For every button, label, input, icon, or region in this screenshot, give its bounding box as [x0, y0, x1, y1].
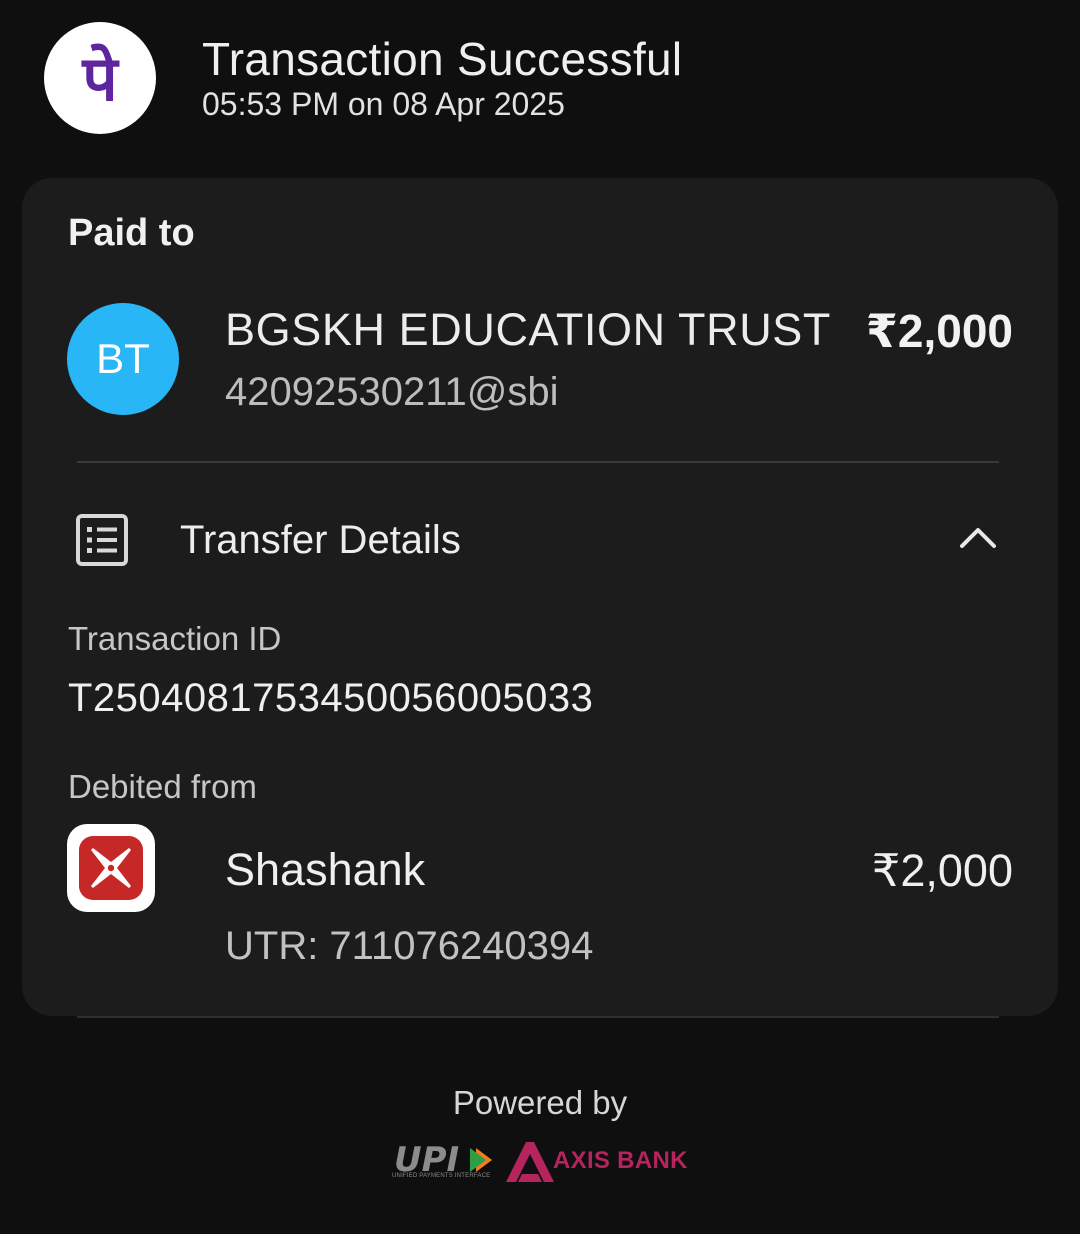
phonepe-logo-glyph: पे	[81, 42, 120, 115]
payee-upi-id: 42092530211@sbi	[225, 370, 559, 414]
phonepe-logo-icon: पे	[44, 22, 156, 134]
payee-avatar: BT	[67, 303, 179, 415]
bottom-divider	[77, 1016, 999, 1018]
page-title: Transaction Successful	[202, 33, 683, 85]
transaction-receipt-screen: पे Transaction Successful 05:53 PM on 08…	[0, 0, 1080, 1234]
receipt-list-icon	[74, 512, 130, 568]
partner-bank-name: AXIS BANK	[553, 1147, 688, 1174]
transaction-id-label: Transaction ID	[68, 620, 282, 657]
payee-name: BGSKH EDUCATION TRUST	[225, 304, 831, 355]
paid-amount: ₹2,000	[865, 305, 1013, 357]
payee-initials: BT	[96, 335, 150, 382]
debited-from-label: Debited from	[68, 768, 257, 805]
bank-logo-icon	[67, 824, 155, 912]
transaction-card: Paid to BT BGSKH EDUCATION TRUST 4209253…	[22, 178, 1058, 1016]
upi-subtitle: UNIFIED PAYMENTS INTERFACE	[392, 1173, 491, 1179]
transaction-id-value: T2504081753450056005033	[68, 676, 594, 720]
transfer-details-title[interactable]: Transfer Details	[180, 518, 461, 563]
utr-number: UTR: 711076240394	[225, 924, 594, 968]
powered-by-label: Powered by	[452, 1084, 628, 1121]
debit-account-name: Shashank	[225, 844, 426, 895]
chevron-up-icon[interactable]	[958, 522, 998, 552]
axis-bank-logo-icon	[504, 1140, 556, 1184]
section-divider	[77, 461, 999, 463]
transaction-timestamp: 05:53 PM on 08 Apr 2025	[202, 86, 565, 122]
paid-to-label: Paid to	[68, 212, 195, 254]
debit-amount: ₹2,000	[871, 845, 1013, 896]
